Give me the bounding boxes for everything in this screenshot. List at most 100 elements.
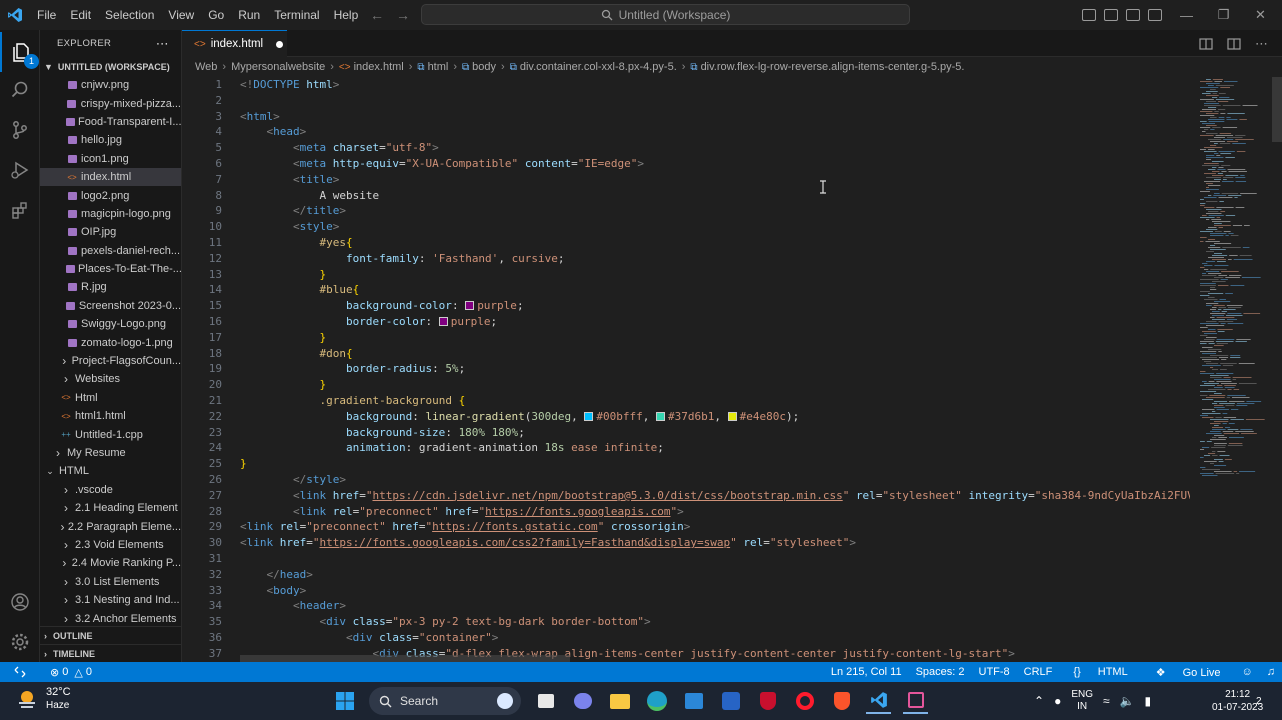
color-swatch[interactable] (727, 411, 737, 421)
notification-count[interactable]: 2 (1256, 696, 1262, 707)
restore-icon[interactable]: ❐ (1205, 7, 1242, 23)
windows-start-icon[interactable] (332, 689, 357, 714)
breadcrumb-item[interactable]: Mypersonalwebsite (231, 61, 325, 73)
sidebar-item[interactable]: OIP.jpg (40, 223, 181, 241)
menu-go[interactable]: Go (201, 0, 231, 30)
unsaved-dot-icon[interactable] (276, 40, 284, 48)
indentation[interactable]: Spaces: 2 (909, 666, 972, 678)
color-swatch[interactable] (584, 411, 594, 421)
chevron-up-icon[interactable]: ⌃ (1034, 694, 1044, 708)
battery-icon[interactable]: ▮ (1145, 694, 1152, 708)
vertical-scrollbar[interactable] (1272, 77, 1282, 662)
sidebar-item[interactable]: logo2.png (40, 186, 181, 204)
code-line[interactable]: <link href="https://cdn.jsdelivr.net/npm… (240, 488, 1190, 504)
sidebar-item[interactable]: crispy-mixed-pizza... (40, 94, 181, 112)
command-center[interactable]: Untitled (Workspace) (421, 4, 910, 25)
forward-arrow-icon[interactable]: → (396, 7, 410, 23)
brave-browser-icon[interactable] (829, 689, 854, 714)
code-line[interactable]: <header> (240, 598, 1190, 614)
sidebar-item[interactable]: ++ Untitled-1.cpp (40, 425, 181, 443)
sidebar-item[interactable]: › 3.1 Nesting and Ind... (40, 591, 181, 609)
code-line[interactable]: <link href="https://fonts.googleapis.com… (240, 535, 1190, 551)
scrollbar-thumb[interactable] (1272, 77, 1282, 142)
color-swatch[interactable] (656, 411, 666, 421)
sidebar-item[interactable]: <> Html (40, 389, 181, 407)
sidebar-item[interactable]: Food-Transparent-I... (40, 113, 181, 131)
code-line[interactable]: background-color: purple; (240, 298, 1190, 314)
menu-run[interactable]: Run (231, 0, 267, 30)
cursor-position[interactable]: Ln 215, Col 11 (824, 666, 909, 678)
snipping-tool-icon[interactable] (903, 689, 928, 714)
menu-edit[interactable]: Edit (63, 0, 98, 30)
workspace-header[interactable]: ▼ UNTITLED (WORKSPACE) (40, 57, 181, 76)
menu-view[interactable]: View (161, 0, 201, 30)
toggle-secondary-sidebar-icon[interactable] (1126, 9, 1140, 21)
menu-help[interactable]: Help (327, 0, 366, 30)
code-line[interactable]: <meta charset="utf-8"> (240, 140, 1190, 156)
sidebar-item[interactable]: › 2.3 Void Elements (40, 536, 181, 554)
code-area[interactable]: <!DOCTYPE html> <html> <head> <meta chars… (240, 77, 1190, 662)
encoding[interactable]: UTF-8 (972, 666, 1017, 678)
code-line[interactable]: .gradient-background { (240, 393, 1190, 409)
microsoft-store-icon[interactable] (681, 689, 706, 714)
vscode-taskbar-icon[interactable] (866, 689, 891, 714)
color-swatch[interactable] (465, 301, 475, 311)
sidebar-item[interactable]: icon1.png (40, 150, 181, 168)
run-debug-icon[interactable] (0, 150, 40, 190)
code-line[interactable]: </title> (240, 203, 1190, 219)
outline-section[interactable]: › OUTLINE (40, 626, 181, 644)
sidebar-item[interactable]: Swiggy-Logo.png (40, 315, 181, 333)
notifications-bell-icon[interactable]: ♫ (1260, 666, 1282, 678)
breadcrumb-item[interactable]: html (428, 61, 449, 73)
volume-icon[interactable]: 🔈 (1120, 694, 1135, 708)
back-arrow-icon[interactable]: ← (370, 7, 384, 23)
taskbar-search[interactable]: Search (369, 687, 521, 715)
menu-selection[interactable]: Selection (98, 0, 161, 30)
go-live-button[interactable]: ❖ Go Live (1142, 666, 1235, 679)
file-explorer-icon[interactable] (607, 689, 632, 714)
sidebar-item[interactable]: R.jpg (40, 278, 181, 296)
code-line[interactable] (240, 551, 1190, 567)
breadcrumb-item[interactable]: div.container.col-xxl-8.px-4.py-5. (520, 61, 677, 73)
code-line[interactable]: } (240, 330, 1190, 346)
code-line[interactable]: } (240, 267, 1190, 283)
tab-index-html[interactable]: <> index.html (182, 30, 287, 57)
sidebar-item[interactable]: <> index.html (40, 167, 181, 187)
code-line[interactable]: font-family: 'Fasthand', cursive; (240, 251, 1190, 267)
sidebar-item[interactable]: › Websites (40, 370, 181, 388)
feedback-icon[interactable]: ☺ (1235, 666, 1260, 678)
sidebar-item[interactable]: › Project-FlagsofCoun... (40, 352, 181, 370)
sidebar-item[interactable]: › 3.2 Anchor Elements (40, 609, 181, 627)
teams-chat-icon[interactable] (570, 689, 595, 714)
code-line[interactable]: animation: gradient-animation 18s ease i… (240, 440, 1190, 456)
code-line[interactable]: A website (240, 188, 1190, 204)
whiteboard-app-icon[interactable] (718, 689, 743, 714)
sidebar-item[interactable]: pexels-daniel-rech... (40, 242, 181, 260)
code-line[interactable]: <html> (240, 109, 1190, 125)
open-preview-icon[interactable] (1199, 37, 1213, 51)
toggle-panel-icon[interactable] (1104, 9, 1118, 21)
toggle-primary-sidebar-icon[interactable] (1082, 9, 1096, 21)
code-line[interactable]: <div class="container"> (240, 630, 1190, 646)
language-indicator[interactable]: ENG IN (1071, 689, 1093, 713)
edge-browser-icon[interactable] (644, 689, 669, 714)
code-line[interactable]: #yes{ (240, 235, 1190, 251)
code-line[interactable]: border-radius: 5%; (240, 361, 1190, 377)
code-line[interactable]: <link rel="preconnect" href="https://fon… (240, 504, 1190, 520)
sidebar-item[interactable]: ⌄ HTML (40, 462, 181, 480)
weather-widget[interactable]: 32°C Haze (16, 686, 71, 712)
close-icon[interactable]: ✕ (1242, 7, 1279, 23)
breadcrumb-item[interactable]: Web (195, 61, 217, 73)
breadcrumb-item[interactable]: index.html (354, 61, 404, 73)
split-editor-icon[interactable] (1227, 37, 1241, 51)
accounts-icon[interactable] (0, 582, 40, 622)
sidebar-item[interactable]: Screenshot 2023-0... (40, 297, 181, 315)
sidebar-item[interactable]: hello.jpg (40, 131, 181, 149)
sidebar-item[interactable]: › .vscode (40, 481, 181, 499)
code-line[interactable]: #don{ (240, 346, 1190, 362)
more-actions-icon[interactable]: ⋯ (156, 36, 169, 52)
sidebar-item[interactable]: Places-To-Eat-The-... (40, 260, 181, 278)
horizontal-scrollbar[interactable] (240, 655, 570, 662)
minimap[interactable] (1192, 77, 1272, 662)
language-mode[interactable]: {} HTML (1059, 666, 1141, 678)
